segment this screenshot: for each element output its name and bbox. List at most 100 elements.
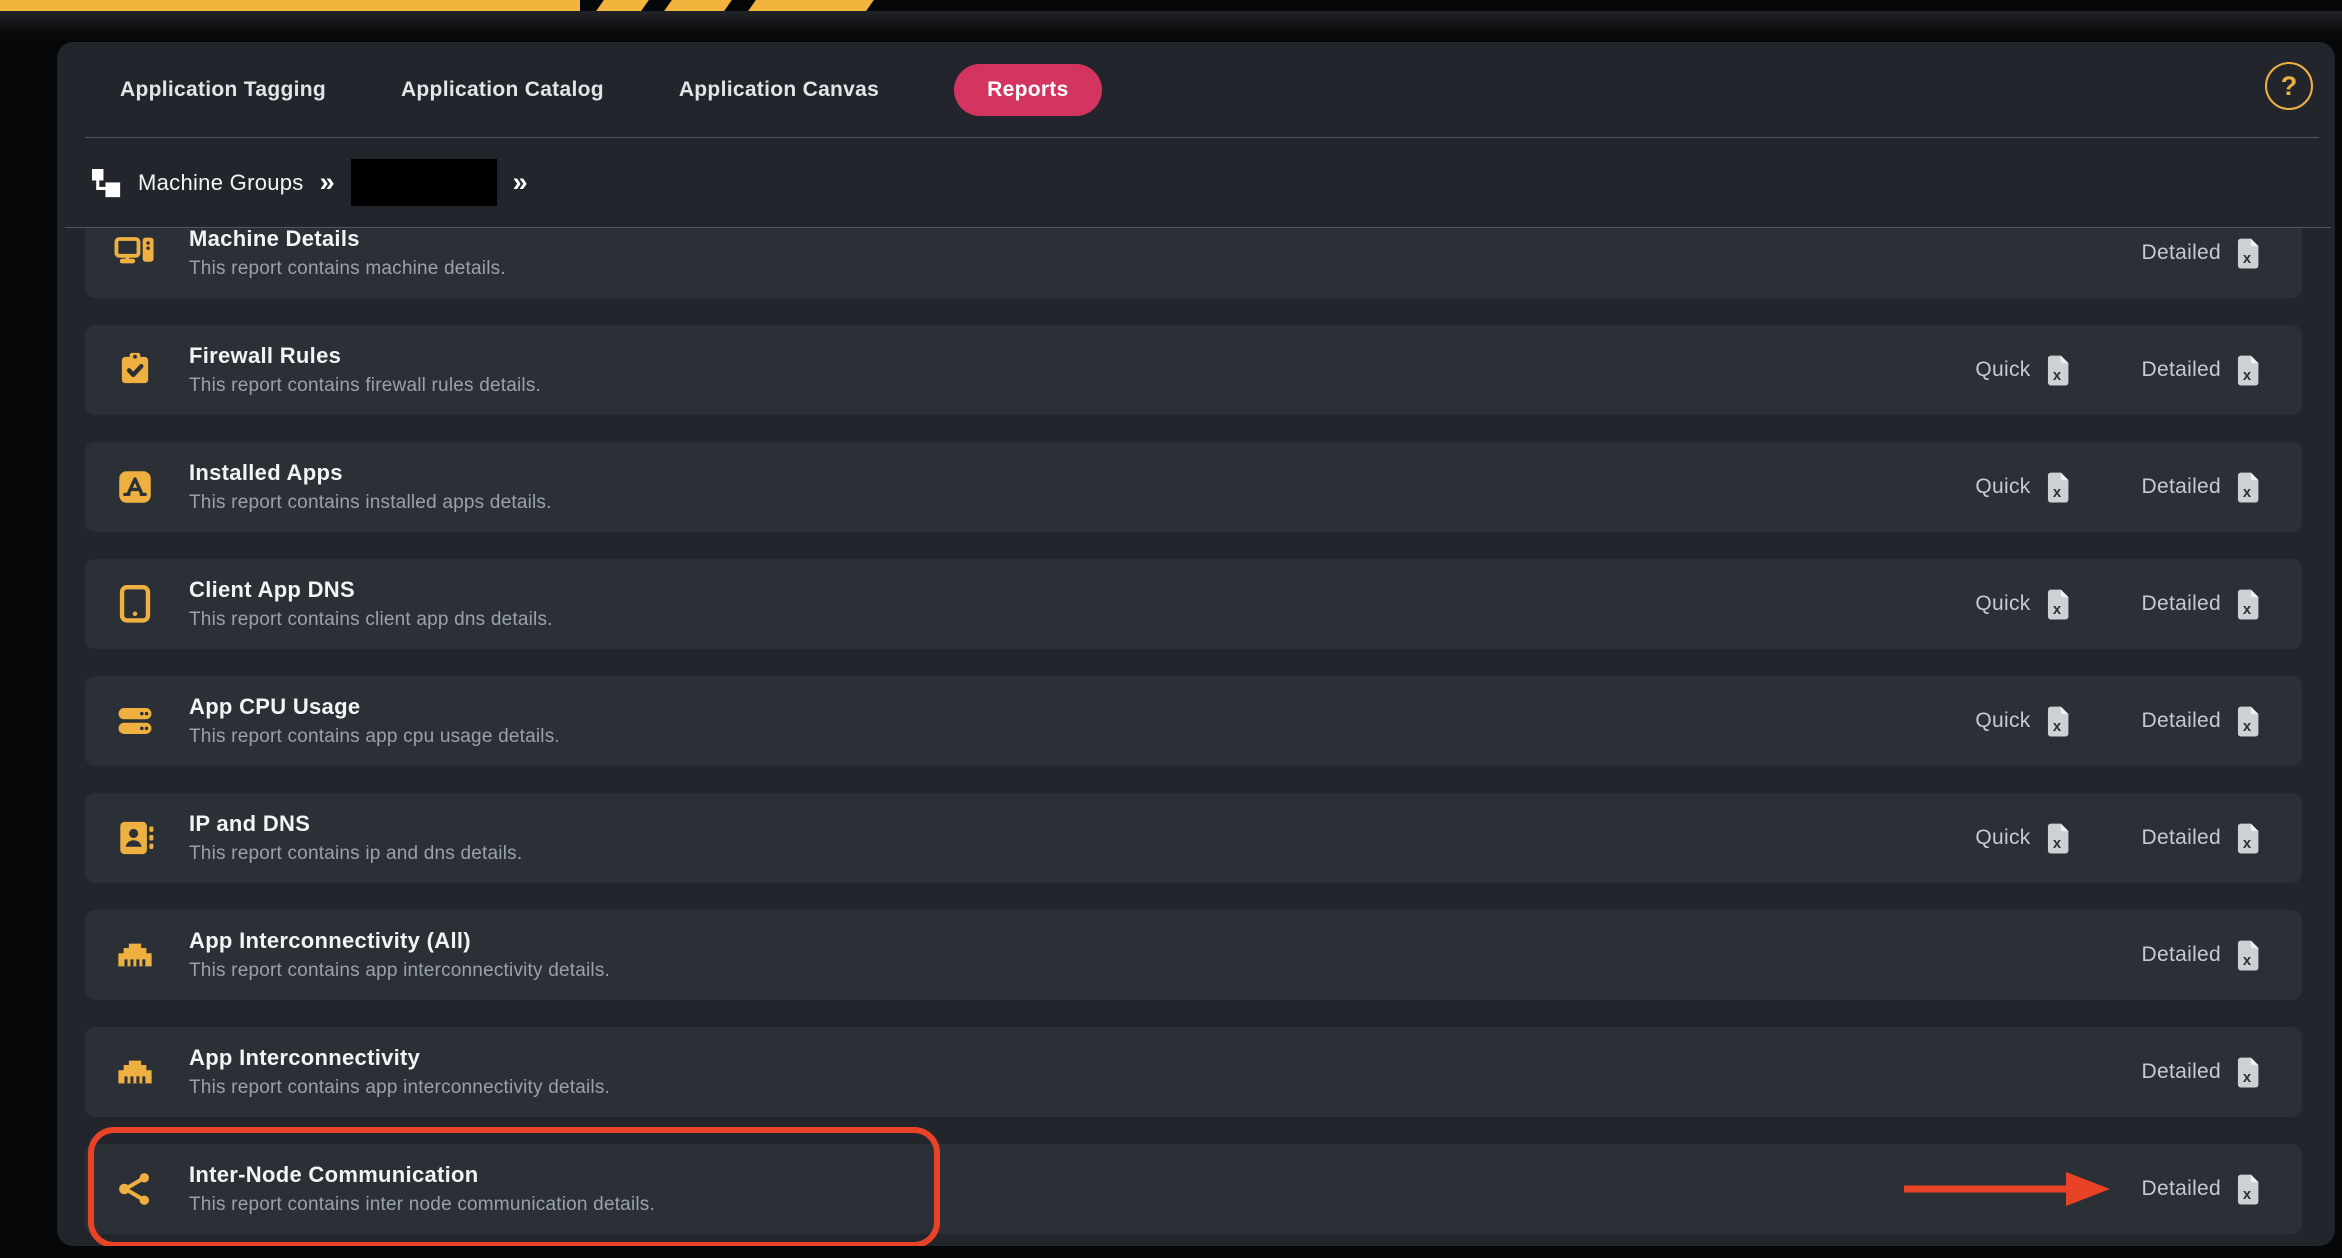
svg-text:x: x (2052, 719, 2061, 735)
report-row: App Interconnectivity This report contai… (85, 1027, 2302, 1117)
tab-application-canvas[interactable]: Application Canvas (679, 78, 879, 102)
excel-file-icon: x (2235, 354, 2262, 387)
reports-panel: Application Tagging Application Catalog Ap… (57, 42, 2335, 1246)
quick-export-button[interactable]: Quick x (1975, 588, 2071, 621)
detailed-export-label: Detailed (2142, 358, 2221, 382)
report-description: This report contains installed apps deta… (189, 492, 552, 514)
excel-file-icon: x (2235, 1056, 2262, 1089)
report-row: Client App DNS This report contains clie… (85, 559, 2302, 649)
detailed-export-button[interactable]: Detailed x (2142, 588, 2262, 621)
report-description: This report contains app interconnectivi… (189, 1077, 610, 1099)
report-title: App Interconnectivity (189, 1045, 610, 1071)
server-stack-icon (114, 700, 156, 742)
quick-export-label: Quick (1975, 358, 2030, 382)
redacted-breadcrumb-item[interactable] (351, 159, 497, 206)
export-actions: Quick x Detailed x (1975, 705, 2262, 738)
help-button[interactable]: ? (2265, 62, 2313, 110)
report-row: Inter-Node Communication This report con… (85, 1144, 2302, 1234)
excel-file-icon: x (2235, 822, 2262, 855)
excel-file-icon: x (2235, 588, 2262, 621)
excel-file-icon: x (2045, 822, 2072, 855)
quick-export-label: Quick (1975, 826, 2030, 850)
logo-stripe (748, 0, 874, 11)
quick-export-button[interactable]: Quick x (1975, 471, 2071, 504)
excel-file-icon: x (2045, 354, 2072, 387)
detailed-export-label: Detailed (2142, 241, 2221, 265)
excel-file-icon: x (2235, 1173, 2262, 1206)
detailed-export-label: Detailed (2142, 943, 2221, 967)
quick-export-button[interactable]: Quick x (1975, 822, 2071, 855)
tab-reports[interactable]: Reports (954, 64, 1101, 116)
clipboard-check-icon (114, 349, 156, 391)
breadcrumb: Machine Groups » » (57, 138, 2335, 227)
quick-export-label: Quick (1975, 592, 2030, 616)
export-actions: Detailed x (2142, 237, 2262, 270)
detailed-export-button[interactable]: Detailed x (2142, 939, 2262, 972)
report-row: Firewall Rules This report contains fire… (85, 325, 2302, 415)
excel-file-icon: x (2045, 588, 2072, 621)
excel-file-icon: x (2235, 471, 2262, 504)
app-store-icon (114, 466, 156, 508)
tab-bar: Application Tagging Application Catalog Ap… (57, 42, 2335, 137)
report-description: This report contains ip and dns details. (189, 843, 522, 865)
detailed-export-button[interactable]: Detailed x (2142, 1173, 2262, 1206)
export-actions: Detailed x (2142, 939, 2262, 972)
report-row: IP and DNS This report contains ip and d… (85, 793, 2302, 883)
address-book-icon (114, 817, 156, 859)
tab-application-catalog[interactable]: Application Catalog (401, 78, 604, 102)
detailed-export-label: Detailed (2142, 709, 2221, 733)
export-actions: Quick x Detailed x (1975, 354, 2262, 387)
report-title: Client App DNS (189, 577, 553, 603)
detailed-export-button[interactable]: Detailed x (2142, 354, 2262, 387)
report-description: This report contains firewall rules deta… (189, 375, 541, 397)
svg-text:x: x (2243, 602, 2252, 618)
export-actions: Quick x Detailed x (1975, 588, 2262, 621)
report-description: This report contains client app dns deta… (189, 609, 553, 631)
logo-stripe (664, 0, 732, 11)
report-row: App Interconnectivity (All) This report … (85, 910, 2302, 1000)
detailed-export-button[interactable]: Detailed x (2142, 237, 2262, 270)
svg-text:x: x (2243, 836, 2252, 852)
logo-stripe (596, 0, 649, 11)
ethernet-icon (114, 934, 156, 976)
detailed-export-button[interactable]: Detailed x (2142, 822, 2262, 855)
tab-application-tagging[interactable]: Application Tagging (120, 78, 326, 102)
export-actions: Quick x Detailed x (1975, 822, 2262, 855)
quick-export-button[interactable]: Quick x (1975, 354, 2071, 387)
report-description: This report contains inter node communic… (189, 1194, 655, 1216)
detailed-export-button[interactable]: Detailed x (2142, 705, 2262, 738)
quick-export-label: Quick (1975, 475, 2030, 499)
report-title: Installed Apps (189, 460, 552, 486)
detailed-export-label: Detailed (2142, 826, 2221, 850)
detailed-export-label: Detailed (2142, 592, 2221, 616)
excel-file-icon: x (2235, 939, 2262, 972)
export-actions: Detailed x (2142, 1173, 2262, 1206)
excel-file-icon: x (2045, 471, 2072, 504)
detailed-export-label: Detailed (2142, 475, 2221, 499)
svg-text:x: x (2052, 602, 2061, 618)
svg-text:x: x (2243, 1187, 2252, 1203)
detailed-export-button[interactable]: Detailed x (2142, 1056, 2262, 1089)
report-description: This report contains app cpu usage detai… (189, 726, 560, 748)
quick-export-button[interactable]: Quick x (1975, 705, 2071, 738)
report-row: App CPU Usage This report contains app c… (85, 676, 2302, 766)
svg-text:x: x (2052, 485, 2061, 501)
detailed-export-label: Detailed (2142, 1060, 2221, 1084)
excel-file-icon: x (2235, 237, 2262, 270)
svg-text:x: x (2243, 251, 2252, 267)
detailed-export-button[interactable]: Detailed x (2142, 471, 2262, 504)
svg-text:x: x (2243, 719, 2252, 735)
ethernet-icon (114, 1051, 156, 1093)
report-row: Installed Apps This report contains inst… (85, 442, 2302, 532)
export-actions: Quick x Detailed x (1975, 471, 2262, 504)
logo-stripe (0, 0, 580, 11)
excel-file-icon: x (2045, 705, 2072, 738)
breadcrumb-root-link[interactable]: Machine Groups (138, 170, 304, 196)
report-title: App Interconnectivity (All) (189, 928, 610, 954)
svg-text:x: x (2243, 1070, 2252, 1086)
report-description: This report contains machine details. (189, 258, 506, 280)
excel-file-icon: x (2235, 705, 2262, 738)
logo-bar (0, 0, 2342, 11)
report-title: Machine Details (189, 228, 506, 252)
report-list: Machine Details This report contains mac… (57, 228, 2335, 1246)
